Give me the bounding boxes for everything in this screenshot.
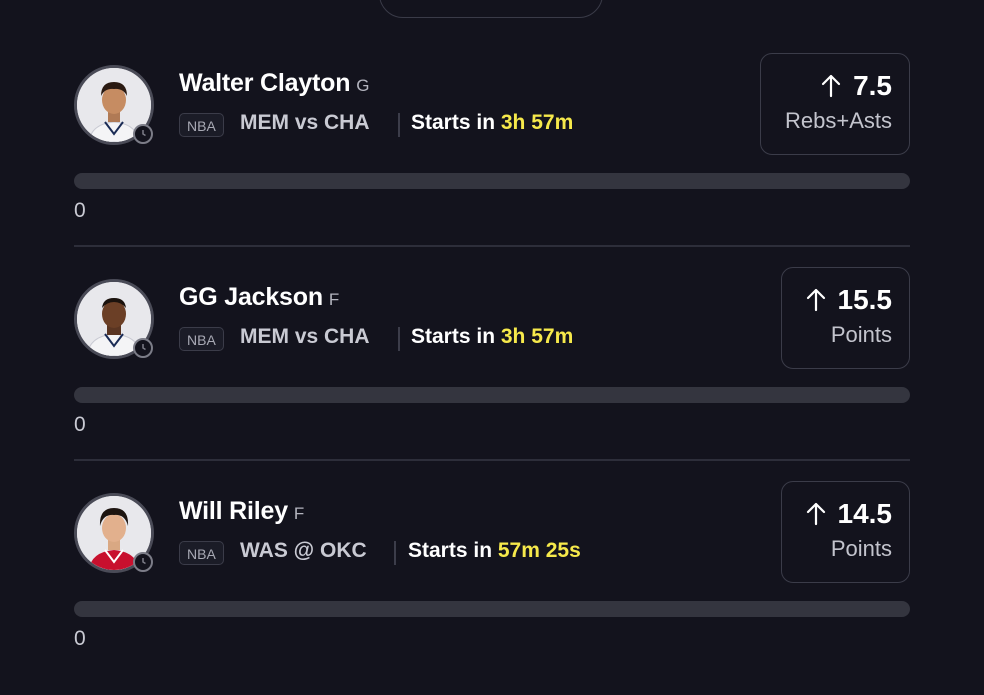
start-time-prefix: Starts in [408, 539, 493, 562]
progress-value: 0 [74, 199, 86, 222]
player-card[interactable]: GG Jackson F NBA MEM vs CHA Starts in 3h … [0, 267, 984, 481]
player-card[interactable]: Will Riley F NBA WAS @ OKC Starts in 57m … [0, 481, 984, 695]
player-avatar [74, 65, 154, 145]
separator [398, 113, 400, 137]
projection-line-button[interactable]: 15.5 Points [781, 267, 910, 369]
divider [74, 459, 910, 461]
line-value: 14.5 [837, 498, 893, 529]
progress-bar [74, 173, 910, 189]
league-badge: NBA [179, 541, 224, 565]
projection-line-button[interactable]: 7.5 Rebs+Asts [760, 53, 910, 155]
player-name[interactable]: GG Jackson [179, 283, 323, 311]
clock-icon [133, 124, 153, 144]
clock-icon [133, 338, 153, 358]
arrow-up-icon [806, 288, 825, 312]
progress-bar [74, 387, 910, 403]
countdown: 3h 57m [500, 325, 574, 348]
start-time: Starts in 3h 57m [411, 325, 573, 349]
divider [74, 245, 910, 247]
player-card[interactable]: Walter Clayton G NBA MEM vs CHA Starts in… [0, 53, 984, 267]
player-position: F [328, 290, 340, 309]
stat-type: Points [830, 322, 892, 347]
game-matchup: WAS @ OKC [240, 539, 367, 562]
arrow-up-icon [806, 502, 825, 526]
player-name-row[interactable]: Walter Clayton G [179, 69, 370, 98]
player-position: F [293, 504, 305, 523]
line-value-row: 14.5 [782, 498, 892, 530]
progress-bar [74, 601, 910, 617]
player-name[interactable]: Walter Clayton [179, 69, 350, 97]
league-badge: NBA [179, 113, 224, 137]
game-matchup: MEM vs CHA [240, 325, 370, 348]
start-time: Starts in 57m 25s [408, 539, 581, 563]
game-matchup: MEM vs CHA [240, 111, 370, 134]
player-name-row[interactable]: Will Riley F [179, 497, 304, 526]
player-avatar [74, 279, 154, 359]
progress-value: 0 [74, 627, 86, 650]
start-time-prefix: Starts in [411, 325, 496, 348]
countdown: 57m 25s [497, 539, 581, 562]
player-position: G [356, 76, 370, 95]
separator [398, 327, 400, 351]
stat-type: Rebs+Asts [785, 108, 892, 133]
player-name[interactable]: Will Riley [179, 497, 288, 525]
league-badge: NBA [179, 327, 224, 351]
line-value: 7.5 [853, 70, 892, 101]
separator [394, 541, 396, 565]
line-value: 15.5 [837, 284, 893, 315]
player-name-row[interactable]: GG Jackson F [179, 283, 339, 312]
progress-value: 0 [74, 413, 86, 436]
start-time: Starts in 3h 57m [411, 111, 573, 135]
countdown: 3h 57m [500, 111, 574, 134]
line-value-row: 7.5 [761, 70, 892, 102]
stat-type: Points [830, 536, 892, 561]
clock-icon [133, 552, 153, 572]
arrow-up-icon [821, 74, 841, 98]
start-time-prefix: Starts in [411, 111, 496, 134]
line-value-row: 15.5 [782, 284, 892, 316]
player-avatar [74, 493, 154, 573]
projection-line-button[interactable]: 14.5 Points [781, 481, 910, 583]
top-pill-button[interactable] [379, 0, 603, 18]
